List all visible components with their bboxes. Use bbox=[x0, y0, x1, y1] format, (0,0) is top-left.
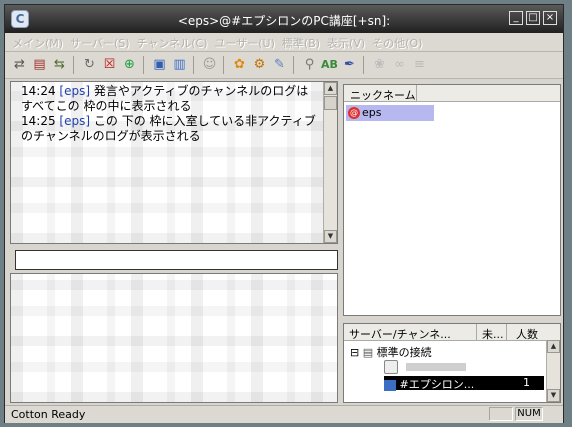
menu-other[interactable]: その他(O) bbox=[372, 35, 422, 51]
search-icon[interactable]: ⚲ bbox=[301, 56, 318, 73]
nick-name: eps bbox=[362, 106, 382, 119]
pen-icon[interactable]: ✒ bbox=[341, 56, 358, 73]
mask-icon[interactable]: ☺ bbox=[201, 56, 218, 73]
title-bar[interactable]: C <eps>@#エプシロンのPC講座[+sn]: _ □ × bbox=[5, 5, 563, 33]
close-button[interactable]: × bbox=[543, 11, 557, 25]
unread-column-label: 未... bbox=[482, 328, 504, 341]
flower-icon[interactable]: ✿ bbox=[231, 56, 248, 73]
main-window: C <eps>@#エプシロンのPC講座[+sn]: _ □ × メイン(M) サ… bbox=[4, 4, 564, 423]
inactive-channel-log[interactable] bbox=[10, 273, 338, 403]
collapse-icon[interactable]: ⊟ bbox=[350, 346, 359, 359]
gear-icon[interactable]: ⚙ bbox=[251, 56, 268, 73]
reload-icon[interactable]: ↻ bbox=[81, 56, 98, 73]
message-input[interactable] bbox=[15, 250, 338, 270]
menu-standard[interactable]: 標準(B) bbox=[282, 35, 320, 51]
nick-list-header[interactable]: ニックネーム bbox=[344, 85, 560, 102]
status-cell-empty bbox=[489, 407, 513, 421]
scroll-thumb[interactable] bbox=[324, 96, 337, 110]
connect-icon[interactable]: ⇄ bbox=[11, 56, 28, 73]
menu-bar: メイン(M) サーバー(S) チャンネル(C) ユーザー(U) 標準(B) 表示… bbox=[5, 33, 563, 52]
maximize-button[interactable]: □ bbox=[526, 11, 540, 25]
menu-channel[interactable]: チャンネル(C) bbox=[137, 35, 208, 51]
channel-user-count: 1 bbox=[523, 376, 530, 389]
window-title: <eps>@#エプシロンのPC講座[+sn]: bbox=[177, 14, 391, 28]
server-tree-header[interactable]: サーバー/チャンネ... 未... 人数 bbox=[344, 324, 560, 341]
server-icon bbox=[384, 360, 398, 374]
menu-user[interactable]: ユーザー(U) bbox=[214, 35, 274, 51]
server-group-icon: ▤ bbox=[362, 346, 374, 359]
add-icon[interactable]: ⊕ bbox=[121, 56, 138, 73]
menu-view[interactable]: 表示(V) bbox=[327, 35, 365, 51]
blurred-server-name bbox=[405, 363, 466, 371]
tree-server[interactable] bbox=[384, 360, 466, 374]
status-text: Cotton Ready bbox=[11, 408, 86, 421]
tree-scrollbar[interactable]: ▲ ▼ bbox=[546, 340, 560, 402]
menu-main[interactable]: メイン(M) bbox=[12, 35, 63, 51]
active-channel-log[interactable]: 14:24 [eps] 発言やアクティブのチャンネルのログはすべてこの 枠の中に… bbox=[10, 81, 338, 244]
close-x-icon[interactable]: ☒ bbox=[101, 56, 118, 73]
log-line: 14:25 [eps] この 下の 枠に入室している非アクティブのチャンネルのロ… bbox=[21, 114, 316, 143]
log-line: 14:24 [eps] 発言やアクティブのチャンネルのログはすべてこの 枠の中に… bbox=[21, 84, 309, 113]
num-lock-indicator: NUM bbox=[515, 407, 543, 421]
nick-list[interactable]: ニックネーム @ eps bbox=[343, 84, 561, 316]
scroll-down-arrow[interactable]: ▼ bbox=[547, 389, 560, 402]
scroll-up-arrow[interactable]: ▲ bbox=[324, 82, 337, 95]
server-column-label: サーバー/チャンネ... bbox=[349, 328, 451, 341]
channel-icon bbox=[384, 379, 396, 391]
channel-label: #エプシロン... bbox=[399, 378, 475, 391]
server-icon[interactable]: ▤ bbox=[31, 56, 48, 73]
status-bar: Cotton Ready NUM bbox=[5, 405, 563, 423]
save-icon[interactable]: ▣ bbox=[151, 56, 168, 73]
operator-icon: @ bbox=[348, 107, 360, 119]
log-scrollbar[interactable]: ▲ ▼ bbox=[323, 82, 337, 243]
log-icon[interactable]: ▥ bbox=[171, 56, 188, 73]
server-tree[interactable]: サーバー/チャンネ... 未... 人数 ⊟ ▤ 標準の接続 #エプシロン...… bbox=[343, 323, 561, 403]
tree-group[interactable]: ⊟ ▤ 標準の接続 bbox=[350, 344, 432, 360]
minimize-button[interactable]: _ bbox=[509, 11, 523, 25]
nick-column-label: ニックネーム bbox=[350, 89, 416, 102]
disconnect-icon[interactable]: ⇆ bbox=[51, 56, 68, 73]
menu-server[interactable]: サーバー(S) bbox=[70, 35, 129, 51]
tools-icon[interactable]: ≡ bbox=[411, 56, 428, 73]
link-icon[interactable]: ∞ bbox=[391, 56, 408, 73]
count-column-label: 人数 bbox=[516, 328, 538, 341]
tree-channel[interactable]: #エプシロン... 1 bbox=[384, 376, 544, 391]
toolbar: ⇄ ▤ ⇆ ↻ ☒ ⊕ ▣ ▥ ☺ ✿ ⚙ ✎ ⚲ AB ✒ ❀ ∞ ≡ bbox=[5, 52, 563, 79]
paw-icon[interactable]: ❀ bbox=[371, 56, 388, 73]
font-icon[interactable]: AB bbox=[321, 56, 338, 73]
group-label: 標準の接続 bbox=[376, 346, 432, 359]
scroll-up-arrow[interactable]: ▲ bbox=[547, 340, 560, 353]
scroll-down-arrow[interactable]: ▼ bbox=[324, 230, 337, 243]
edit-icon[interactable]: ✎ bbox=[271, 56, 288, 73]
nick-list-item[interactable]: @ eps bbox=[346, 105, 434, 121]
